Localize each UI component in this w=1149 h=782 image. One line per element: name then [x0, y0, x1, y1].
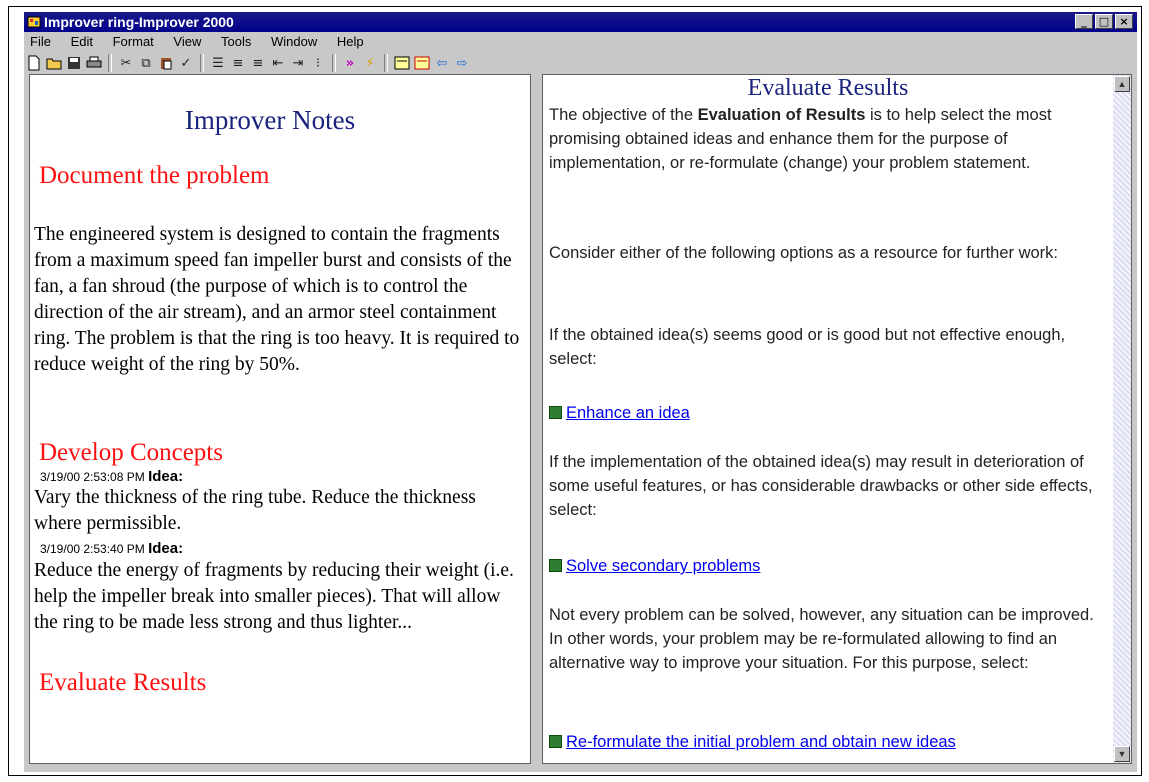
intro-bold: Evaluation of Results [697, 106, 866, 124]
vertical-scrollbar[interactable]: ▲ ▼ [1113, 75, 1131, 763]
if-implementation-text: If the implementation of the obtained id… [549, 453, 1093, 519]
timestamp: 3/19/00 2:53:08 PM [40, 470, 145, 484]
reformulate-link[interactable]: Re-formulate the initial problem and obt… [549, 733, 956, 752]
menu-edit[interactable]: Edit [71, 34, 93, 49]
menu-tools[interactable]: Tools [221, 34, 251, 49]
idea-text-1: Vary the thickness of the ring tube. Red… [34, 487, 476, 534]
menu-help[interactable]: Help [337, 34, 364, 49]
window-controls: _ □ × [1075, 14, 1133, 29]
forward-icon[interactable]: » [340, 54, 360, 72]
minimize-button[interactable]: _ [1075, 14, 1093, 29]
idea-label: Idea: [148, 468, 184, 485]
view2-icon[interactable] [412, 54, 432, 72]
view1-icon[interactable] [392, 54, 412, 72]
toolbar-separator [384, 54, 388, 72]
indent-icon[interactable]: ⇥ [288, 54, 308, 72]
app-icon [27, 16, 41, 28]
scroll-down-icon[interactable]: ▼ [1114, 746, 1130, 762]
intro-pre: The objective of the [549, 106, 698, 124]
copy-icon[interactable]: ⧉ [136, 54, 156, 72]
window-title: Improver ring-Improver 2000 [44, 14, 234, 30]
toolbar-separator [200, 54, 204, 72]
paste-icon[interactable] [156, 54, 176, 72]
notes-title: Improver Notes [184, 105, 356, 135]
close-button[interactable]: × [1115, 14, 1133, 29]
align-left-icon[interactable]: ☰ [208, 54, 228, 72]
back-arrow-icon[interactable]: ⇦ [432, 54, 452, 72]
toolbar: ✂ ⧉ ✓ ☰ ≡ ≡ ⇤ ⇥ ⁝ » ⚡ ⇦ ⇨ [24, 52, 1137, 74]
scroll-up-icon[interactable]: ▲ [1114, 76, 1130, 92]
save-icon[interactable] [64, 54, 84, 72]
cut-icon[interactable]: ✂ [116, 54, 136, 72]
link-bullet-icon [549, 559, 562, 572]
timestamp: 3/19/00 2:53:40 PM [40, 542, 145, 556]
outdent-icon[interactable]: ⇤ [268, 54, 288, 72]
forward-arrow-icon[interactable]: ⇨ [452, 54, 472, 72]
new-icon[interactable] [24, 54, 44, 72]
bullets-icon[interactable]: ⁝ [308, 54, 328, 72]
menu-format[interactable]: Format [113, 34, 154, 49]
toolbar-separator [332, 54, 336, 72]
notes-pane[interactable]: Improver Notes Document the problem The … [29, 74, 531, 764]
secondary-link[interactable]: Solve secondary problems [549, 557, 760, 576]
title-bar[interactable]: Improver ring-Improver 2000 _ □ × [24, 12, 1137, 32]
align-center-icon[interactable]: ≡ [228, 54, 248, 72]
panel-title: Evaluate Results [747, 75, 909, 101]
menu-file[interactable]: File [30, 34, 51, 49]
open-icon[interactable] [44, 54, 64, 72]
print-icon[interactable] [84, 54, 104, 72]
document-heading: Document the problem [39, 162, 270, 189]
intro-text: The objective of the Evaluation of Resul… [549, 103, 1104, 175]
not-every-text: Not every problem can be solved, however… [549, 606, 1094, 672]
consider-text: Consider either of the following options… [549, 244, 1059, 262]
guidance-pane: Evaluate Results The objective of the Ev… [542, 74, 1132, 764]
lightning-icon[interactable]: ⚡ [360, 54, 380, 72]
menu-window[interactable]: Window [271, 34, 317, 49]
develop-heading: Develop Concepts [39, 439, 223, 466]
maximize-button[interactable]: □ [1095, 14, 1113, 29]
idea-text-2: Reduce the energy of fragments by reduci… [34, 560, 514, 633]
enhance-link[interactable]: Enhance an idea [549, 404, 690, 423]
align-right-icon[interactable]: ≡ [248, 54, 268, 72]
problem-statement: The engineered system is designed to con… [34, 224, 520, 375]
link-bullet-icon [549, 406, 562, 419]
idea-timestamp-1: 3/19/00 2:53:08 PM Idea: [40, 468, 183, 485]
enhance-link-label: Enhance an idea [566, 404, 690, 422]
toolbar-separator [108, 54, 112, 72]
application-window: Improver ring-Improver 2000 _ □ × File E… [24, 12, 1137, 772]
secondary-link-label: Solve secondary problems [566, 557, 761, 575]
evaluate-heading: Evaluate Results [39, 669, 207, 696]
spellcheck-icon[interactable]: ✓ [176, 54, 196, 72]
menu-bar: File Edit Format View Tools Window Help [24, 32, 1137, 52]
idea-label: Idea: [148, 540, 184, 557]
if-good-text: If the obtained idea(s) seems good or is… [549, 326, 1066, 368]
reformulate-link-label: Re-formulate the initial problem and obt… [566, 733, 956, 751]
link-bullet-icon [549, 735, 562, 748]
pane-divider[interactable] [531, 74, 542, 764]
idea-timestamp-2: 3/19/00 2:53:40 PM Idea: [40, 540, 183, 557]
menu-view[interactable]: View [173, 34, 201, 49]
